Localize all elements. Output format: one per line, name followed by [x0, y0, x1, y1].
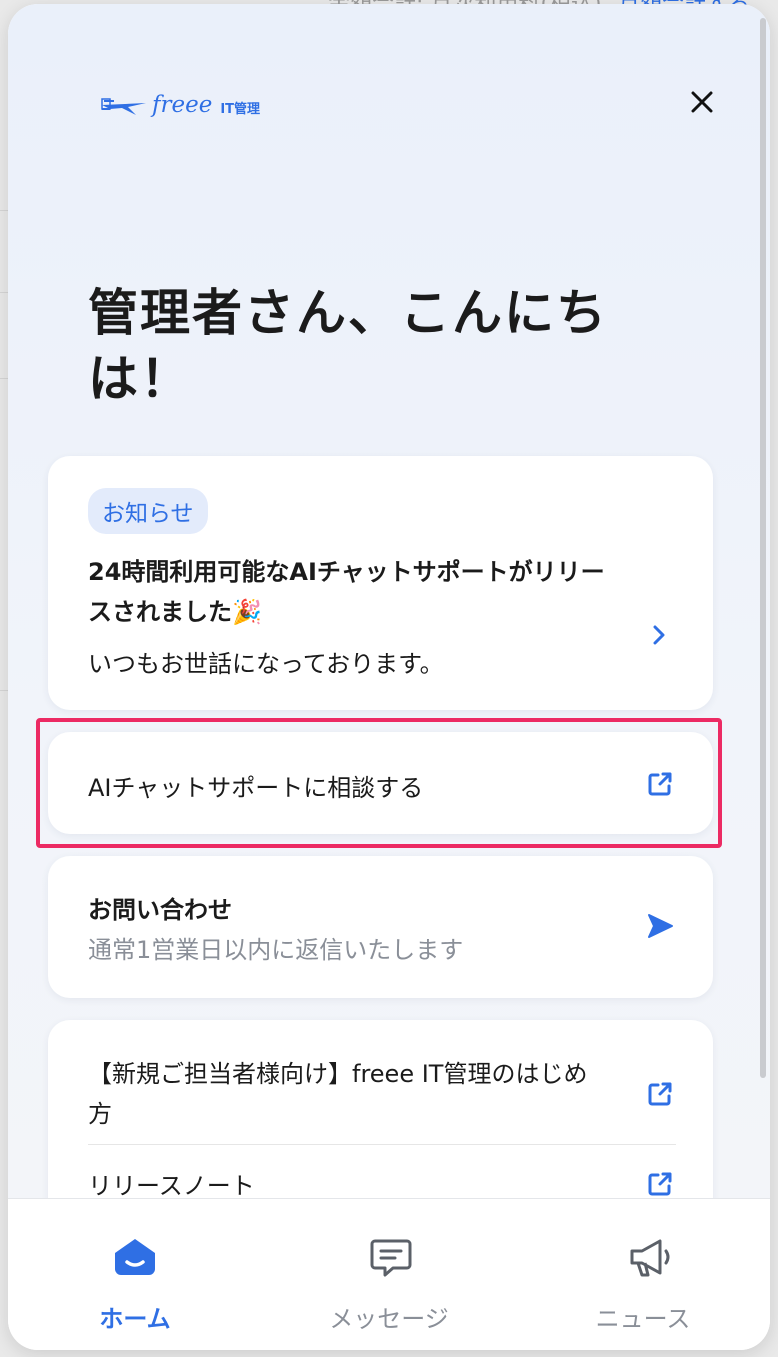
tab-messages[interactable]: メッセージ: [262, 1199, 516, 1350]
message-icon: [370, 1239, 412, 1277]
freee-logo: freee IT管理: [100, 92, 260, 118]
logo-brand: freee: [152, 92, 213, 118]
megaphone-icon: [630, 1239, 670, 1277]
external-link-icon: [648, 1172, 672, 1196]
home-icon: [115, 1239, 155, 1275]
contact-card[interactable]: お問い合わせ 通常1営業日以内に返信いたします: [48, 856, 713, 998]
tab-news[interactable]: ニュース: [516, 1199, 770, 1350]
greeting-title: 管理者さん、こんにちは！: [88, 284, 608, 408]
scrollbar[interactable]: [760, 18, 766, 1078]
contact-title: お問い合わせ: [88, 896, 232, 924]
tab-home[interactable]: ホーム: [8, 1199, 262, 1350]
news-title: 24時間利用可能なAIチャットサポートがリリースされました🎉: [88, 558, 605, 626]
link-getting-started[interactable]: 【新規ご担当者様向け】freee IT管理のはじめ方: [88, 1054, 608, 1134]
close-button[interactable]: [686, 86, 718, 118]
tab-messages-label: メッセージ: [329, 1305, 449, 1333]
news-badge: お知らせ: [88, 488, 208, 534]
widget-scroll-area[interactable]: freee IT管理 管理者さん、こんにちは！ お知らせ 24時間利用可能なAI…: [8, 4, 770, 1198]
tab-news-label: ニュース: [595, 1305, 691, 1333]
logo-product: IT管理: [220, 101, 261, 117]
news-body: いつもお世話になっております。: [88, 650, 444, 678]
contact-subtitle: 通常1営業日以内に返信いたします: [88, 936, 464, 964]
tab-home-label: ホーム: [99, 1305, 171, 1333]
link-release-notes[interactable]: リリースノート: [88, 1166, 255, 1198]
chevron-right-icon: [653, 625, 665, 645]
close-icon: [691, 91, 713, 113]
send-icon: [648, 914, 673, 938]
external-link-icon: [648, 1082, 672, 1106]
airplane-logo-icon: [101, 98, 146, 115]
links-card: 【新規ご担当者様向け】freee IT管理のはじめ方 リリースノート: [48, 1020, 713, 1198]
news-card[interactable]: お知らせ 24時間利用可能なAIチャットサポートがリリースされました🎉 いつもお…: [48, 456, 713, 710]
bottom-tab-bar: ホーム メッセージ ニュース: [8, 1198, 770, 1350]
divider: [88, 1144, 676, 1145]
highlight-box: [36, 718, 722, 848]
support-widget: freee IT管理 管理者さん、こんにちは！ お知らせ 24時間利用可能なAI…: [8, 4, 770, 1350]
